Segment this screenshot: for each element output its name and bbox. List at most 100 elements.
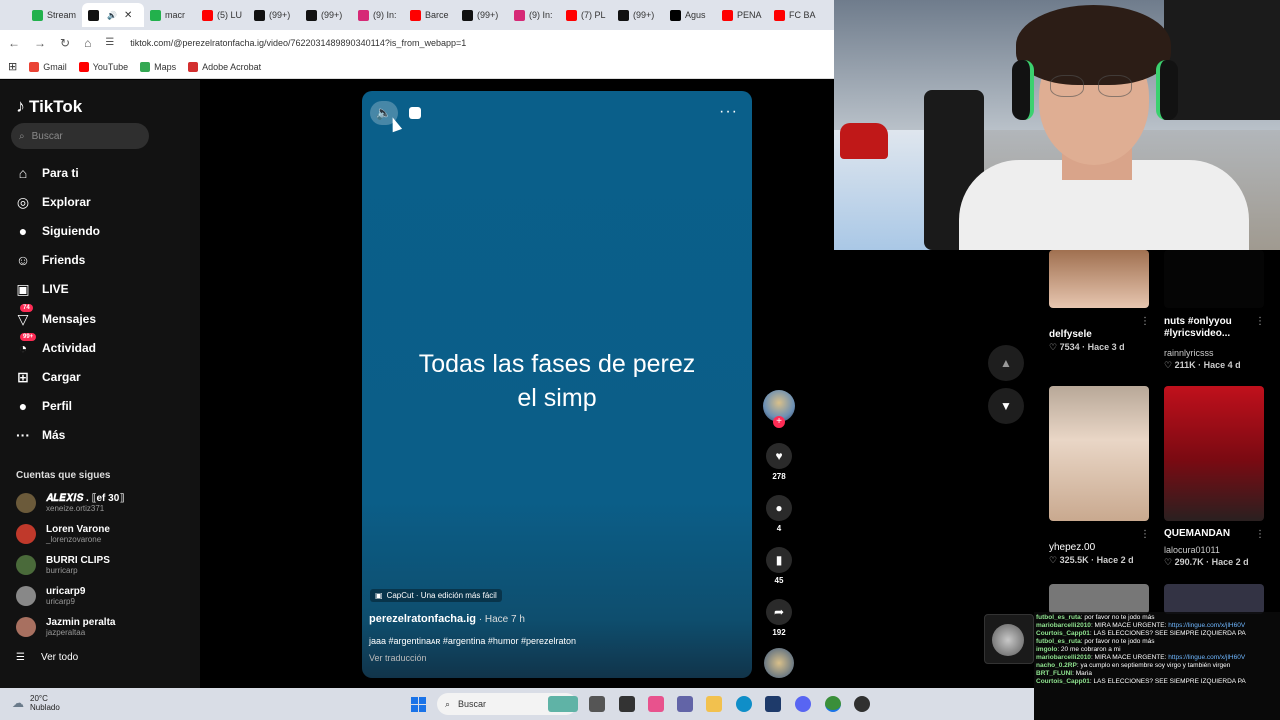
site-info-icon[interactable]: ☰ <box>105 37 114 48</box>
followed-account[interactable]: Jazmin peralta jazperaltaa <box>16 617 115 637</box>
glasses-left <box>1050 75 1084 97</box>
browser-tab[interactable]: Barce <box>404 3 456 27</box>
like-button[interactable]: ♥ 278 <box>766 443 792 481</box>
more-options-icon[interactable]: ⋮ <box>1255 316 1265 327</box>
nav-item-friends[interactable]: ☺ Friends <box>14 251 86 269</box>
edge-icon[interactable] <box>736 696 752 712</box>
nav-item-perfil[interactable]: ● Perfil <box>14 397 72 415</box>
tiktok-logo[interactable]: ♪ TikTok <box>16 96 82 117</box>
browser-tab[interactable]: (99+) <box>248 3 300 27</box>
more-options-icon[interactable]: ⋮ <box>1140 316 1150 327</box>
nav-item-para-ti[interactable]: ⌂ Para ti <box>14 164 79 182</box>
chat-user: mariobarcelli2010 <box>1036 622 1091 629</box>
followed-account[interactable]: uricarp9 uricarp9 <box>16 586 85 606</box>
chat-message: Courtois_Capp01: LAS ELECCIONES? SEE SIE… <box>1036 630 1278 638</box>
related-thumbnail[interactable] <box>1049 584 1149 614</box>
bookmark-item[interactable]: Adobe Acrobat <box>188 61 261 72</box>
nav-item-live[interactable]: ▣ LIVE <box>14 280 68 298</box>
url-field[interactable]: tiktok.com/@perezelratonfacha.ig/video/7… <box>130 38 466 48</box>
related-title[interactable]: nuts #onlyyou #lyricsvideo... <box>1164 316 1254 340</box>
stop-button[interactable] <box>409 107 421 119</box>
browser-tab[interactable]: (99+) <box>456 3 508 27</box>
forward-icon[interactable]: → <box>34 36 46 50</box>
chat-link[interactable]: https://lingue.com/x/jlH60V <box>1168 654 1245 661</box>
nav-item-explorar[interactable]: ◎ Explorar <box>14 193 91 211</box>
share-button[interactable]: ➦ 192 <box>766 599 792 637</box>
related-author[interactable]: rainnlyricsss <box>1164 347 1214 359</box>
nav-item-cargar[interactable]: ⊞ Cargar <box>14 368 81 386</box>
related-thumbnail[interactable] <box>1049 386 1149 521</box>
chevron-down-icon[interactable]: ▼ <box>988 388 1024 424</box>
chrome-icon[interactable] <box>825 696 841 712</box>
browser-tab[interactable]: macr <box>144 3 196 27</box>
browser-tab[interactable]: (99+) <box>612 3 664 27</box>
capcut-tag[interactable]: ▣ CapCut · Una edición más fácil <box>370 589 502 602</box>
video-player[interactable]: 🔈 ··· Todas las fases de perez el simp ▣… <box>362 91 752 678</box>
see-translation-link[interactable]: Ver traducción <box>369 653 427 663</box>
discord-icon[interactable] <box>795 696 811 712</box>
related-title[interactable]: yhepez.00 <box>1049 542 1095 554</box>
more-options-icon[interactable]: ⋮ <box>1140 529 1150 540</box>
followed-account[interactable]: 𝑨𝑳𝑬𝑿𝑰𝑺 . ⟦ef 30⟧ xeneize.ortiz371 <box>16 493 124 513</box>
browser-tab[interactable]: Agus <box>664 3 716 27</box>
windows-start-icon[interactable] <box>411 697 426 712</box>
obs-icon[interactable] <box>854 696 870 712</box>
browser-tab[interactable]: Stream <box>26 3 82 27</box>
tab-audio-icon[interactable]: 🔊 <box>107 11 117 20</box>
music-disc-icon[interactable] <box>764 648 794 678</box>
browser-tab[interactable]: (7) PL <box>560 3 612 27</box>
apps-icon[interactable]: ⊞ <box>8 60 17 73</box>
related-thumbnail[interactable] <box>1164 386 1264 521</box>
weather-widget[interactable]: ☁ 20°C Nublado <box>12 694 60 712</box>
save-button[interactable]: ▮ 45 <box>766 547 792 585</box>
related-thumbnail[interactable] <box>1164 250 1264 308</box>
chat-link[interactable]: https://lingue.com/x/jlH60V <box>1168 622 1245 629</box>
browser-tab[interactable]: (9) In: <box>508 3 560 27</box>
video-author[interactable]: perezelratonfacha.ig · Hace 7 h <box>369 613 525 625</box>
teams-icon[interactable] <box>677 696 693 712</box>
more-options-icon[interactable]: ··· <box>719 103 738 121</box>
related-thumbnail[interactable] <box>1049 250 1149 308</box>
related-thumbnail[interactable] <box>1164 584 1264 614</box>
browser-tab[interactable]: FC BA <box>768 3 822 27</box>
bookmark-item[interactable]: YouTube <box>78 61 129 72</box>
windows-taskbar: ☁ 20°C Nublado ⌕ Buscar <box>0 688 1034 720</box>
avatar <box>16 586 36 606</box>
bookmark-item[interactable]: Gmail <box>29 61 67 72</box>
nav-item-actividad[interactable]: ◔ 99+ Actividad <box>14 333 96 357</box>
related-title[interactable]: QUEMANDAN <box>1164 528 1230 540</box>
search-highlight-icon[interactable] <box>548 696 578 712</box>
browser-tab[interactable]: 🔊 ✕ <box>82 3 145 27</box>
back-icon[interactable]: ← <box>8 36 20 50</box>
capcut-app-icon[interactable] <box>619 696 635 712</box>
account-text: 𝑨𝑳𝑬𝑿𝑰𝑺 . ⟦ef 30⟧ xeneize.ortiz371 <box>46 493 124 513</box>
see-all-button[interactable]: ☰ Ver todo <box>16 652 78 663</box>
browser-tab[interactable]: PENA <box>716 3 768 27</box>
follow-plus-icon[interactable]: + <box>773 416 785 428</box>
bookmark-label: YouTube <box>92 61 129 72</box>
reload-icon[interactable]: ↻ <box>60 36 70 50</box>
file-explorer-icon[interactable] <box>706 696 722 712</box>
following-title: Cuentas que sigues <box>16 470 111 481</box>
nav-item-mensajes[interactable]: ▽ 74 Mensajes <box>14 304 96 328</box>
followed-account[interactable]: Loren Varone _lorenzovarone <box>16 524 110 544</box>
store-icon[interactable] <box>765 696 781 712</box>
search-input[interactable]: ⌕ Buscar <box>11 123 149 149</box>
browser-tab[interactable]: (9) In: <box>352 3 404 27</box>
related-author[interactable]: lalocura01011 <box>1164 544 1220 556</box>
task-view-icon[interactable] <box>589 696 605 712</box>
comment-button[interactable]: ● 4 <box>766 495 792 533</box>
chat-user: BRT_FLUNI <box>1036 670 1073 677</box>
browser-tab[interactable]: (5) LU <box>196 3 248 27</box>
chevron-up-icon[interactable]: ▲ <box>988 345 1024 381</box>
copilot-icon[interactable] <box>648 696 664 712</box>
home-icon[interactable]: ⌂ <box>84 36 91 50</box>
more-options-icon[interactable]: ⋮ <box>1255 529 1265 540</box>
nav-item-m-s[interactable]: ··· Más <box>14 426 65 444</box>
bookmark-item[interactable]: Maps <box>140 61 176 72</box>
browser-tab[interactable]: (99+) <box>300 3 352 27</box>
close-tab-icon[interactable]: ✕ <box>124 10 132 21</box>
followed-account[interactable]: BURRI CLIPS burricarp <box>16 555 110 575</box>
related-title[interactable]: delfysele <box>1049 329 1092 341</box>
nav-item-siguiendo[interactable]: ● Siguiendo <box>14 222 100 240</box>
